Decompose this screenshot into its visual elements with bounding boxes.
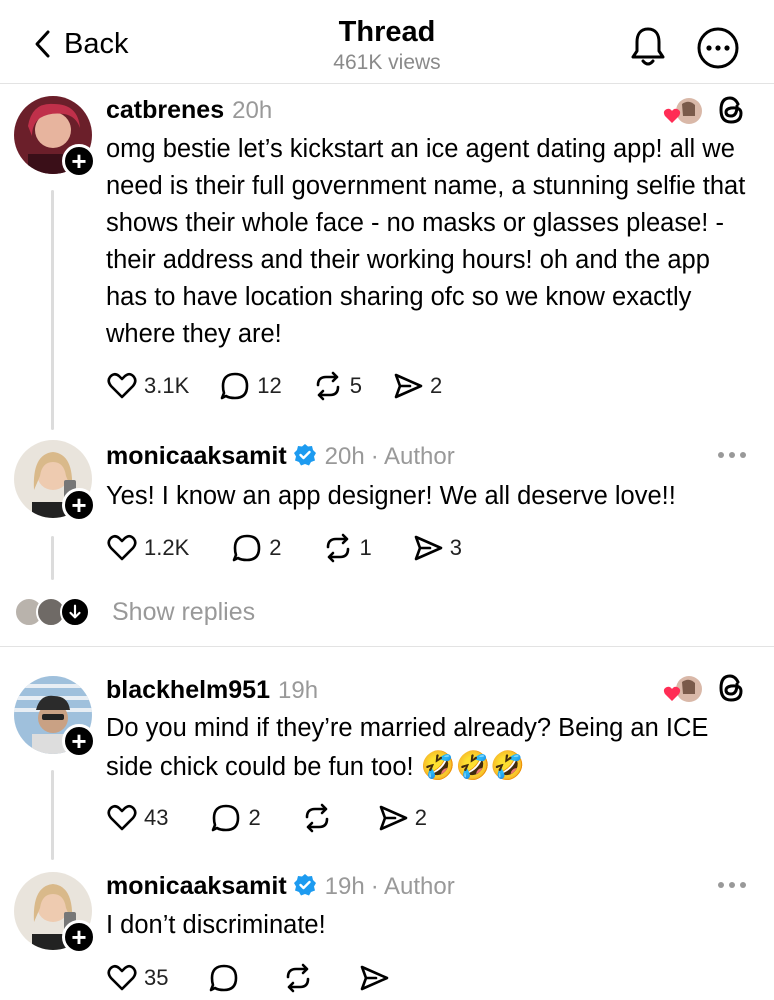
post-text: omg bestie let’s kickstart an ice agent … xyxy=(106,135,746,348)
thread-line xyxy=(51,536,54,580)
follow-button[interactable]: + xyxy=(62,920,96,954)
heart-icon xyxy=(107,964,137,991)
like-button[interactable]: 1.2K xyxy=(106,532,189,564)
reply-button[interactable]: 2 xyxy=(231,532,282,564)
share-count: 3 xyxy=(449,535,463,560)
follow-button[interactable]: + xyxy=(62,724,96,758)
author-tag: · Author xyxy=(370,873,455,900)
share-button[interactable]: 3 xyxy=(412,532,462,564)
username[interactable]: monicaaksamit xyxy=(106,872,287,901)
comment-icon xyxy=(210,964,238,992)
like-count: 43 xyxy=(144,805,169,830)
divider xyxy=(0,646,774,647)
send-icon xyxy=(394,373,423,399)
repost-button[interactable]: 1 xyxy=(322,532,372,564)
more-icon[interactable] xyxy=(696,26,740,70)
author-liked-icon xyxy=(663,676,702,702)
post-text-content: Do you mind if they’re married already? … xyxy=(106,714,709,781)
comment-icon xyxy=(220,372,249,400)
share-button[interactable] xyxy=(358,962,390,994)
username[interactable]: blackhelm951 xyxy=(106,676,270,705)
share-count: 2 xyxy=(414,805,427,830)
author-tag: · Author xyxy=(370,443,455,470)
repost-button[interactable] xyxy=(301,802,333,834)
like-button[interactable]: 35 xyxy=(106,962,168,994)
heart-icon xyxy=(107,372,137,399)
reply-button[interactable]: 12 xyxy=(219,370,282,402)
follow-button[interactable]: + xyxy=(62,144,96,178)
comment-icon xyxy=(232,534,261,562)
threads-logo-icon xyxy=(719,96,743,124)
post-text: I don’t discriminate! xyxy=(106,911,326,939)
send-icon xyxy=(414,535,443,561)
author-liked-icon xyxy=(663,98,702,124)
comment-icon xyxy=(212,804,240,832)
show-replies-label: Show replies xyxy=(112,597,256,626)
heart-icon xyxy=(107,534,137,561)
verified-badge-icon xyxy=(293,874,316,896)
timestamp: 20h xyxy=(232,97,273,124)
reply-count: 12 xyxy=(257,373,282,398)
like-count: 1.2K xyxy=(144,535,190,560)
send-icon xyxy=(379,805,408,831)
bell-icon[interactable] xyxy=(628,24,668,68)
like-count: 35 xyxy=(144,965,169,990)
show-replies-button[interactable]: Show replies xyxy=(14,596,255,628)
thread-header: Back Thread 461K views xyxy=(0,0,774,84)
thread-line xyxy=(51,770,54,860)
reply-count: 2 xyxy=(248,805,261,830)
post-options-icon[interactable] xyxy=(716,880,748,890)
post-options-icon[interactable] xyxy=(716,450,748,460)
verified-badge-icon xyxy=(293,444,316,466)
laughing-emoji: 🤣🤣🤣 xyxy=(420,749,526,782)
like-button[interactable]: 3.1K xyxy=(106,370,189,402)
heart-icon xyxy=(107,804,137,831)
follow-button[interactable]: + xyxy=(62,488,96,522)
post-text: Do you mind if they’re married already? … xyxy=(106,710,746,786)
repost-icon xyxy=(316,371,340,401)
username[interactable]: catbrenes xyxy=(106,96,224,125)
reply-button[interactable]: 2 xyxy=(210,802,261,834)
timestamp: 20h xyxy=(324,443,365,470)
timestamp: 19h xyxy=(324,873,365,900)
username[interactable]: monicaaksamit xyxy=(106,442,287,471)
share-count: 2 xyxy=(430,373,443,398)
reply-count: 2 xyxy=(269,535,282,560)
thread-line xyxy=(51,190,54,430)
timestamp: 19h xyxy=(278,677,319,704)
repost-button[interactable]: 5 xyxy=(312,370,362,402)
repost-icon xyxy=(326,533,349,563)
repost-icon xyxy=(287,963,310,993)
arrow-down-icon xyxy=(60,597,90,627)
repost-count: 1 xyxy=(359,535,372,560)
threads-logo-icon xyxy=(719,674,743,702)
repost-count: 5 xyxy=(349,373,362,398)
post-text: Yes! I know an app designer! We all dese… xyxy=(106,482,676,510)
like-count: 3.1K xyxy=(144,373,190,398)
repost-icon xyxy=(305,803,329,833)
send-icon xyxy=(361,965,389,991)
share-button[interactable]: 2 xyxy=(377,802,427,834)
reply-button[interactable] xyxy=(208,962,240,994)
like-button[interactable]: 43 xyxy=(106,802,168,834)
share-button[interactable]: 2 xyxy=(392,370,442,402)
repost-button[interactable] xyxy=(282,962,314,994)
